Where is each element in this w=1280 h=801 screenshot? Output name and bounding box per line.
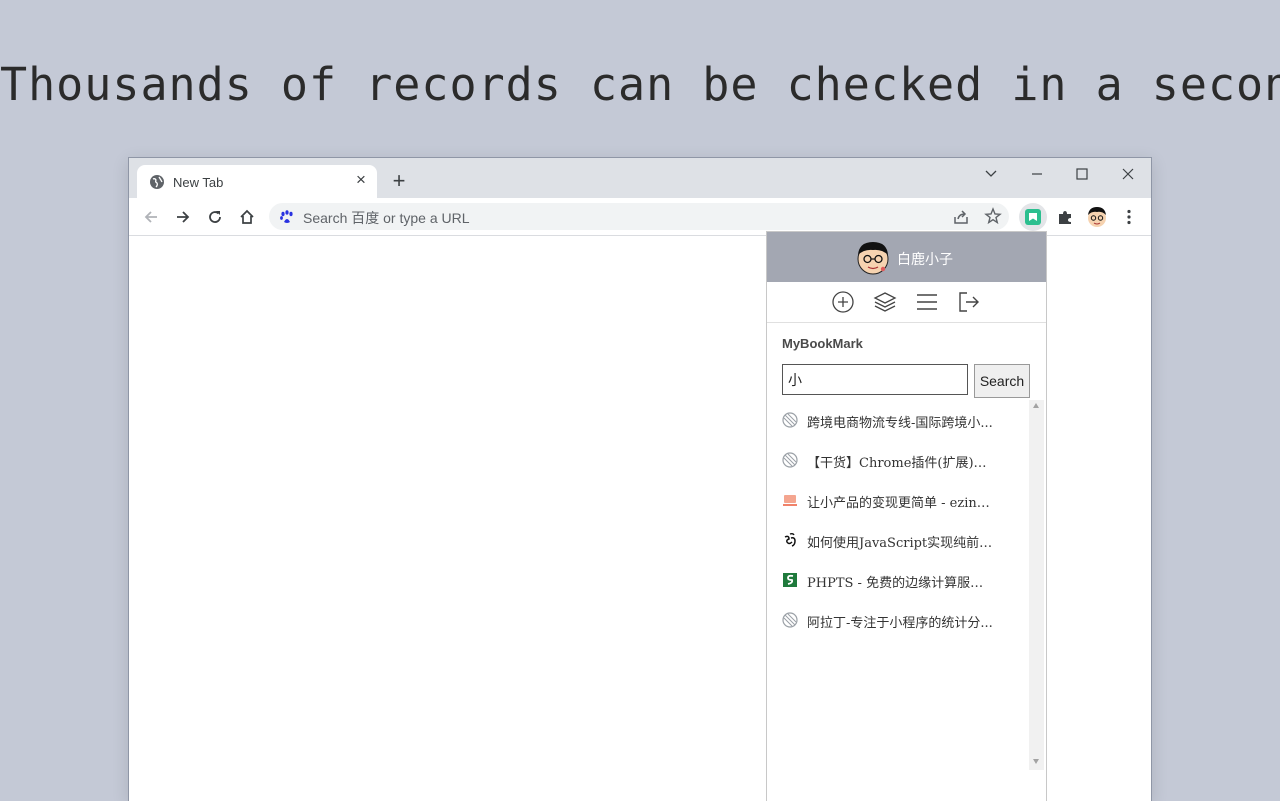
maximize-icon (1076, 168, 1088, 180)
popup-action-bar (767, 282, 1046, 323)
globe-icon (782, 452, 798, 468)
bookmark-search-input[interactable] (782, 364, 968, 395)
globe-icon (782, 412, 798, 428)
result-title: 【干货】Chrome插件(扩展)开... (807, 456, 995, 471)
profile-button[interactable] (1083, 203, 1111, 231)
kebab-menu-icon (1127, 209, 1131, 225)
globe-icon (782, 612, 798, 628)
list-item[interactable]: PHPTS - 免费的边缘计算服务... (782, 570, 1027, 591)
tab-close-button[interactable]: × (353, 171, 369, 188)
baidu-paw-icon (280, 210, 293, 223)
om-icon (784, 533, 796, 547)
result-title: 阿拉丁-专注于小程序的统计分... (807, 616, 993, 631)
result-title: PHPTS - 免费的边缘计算服务... (807, 576, 995, 591)
home-icon (240, 209, 254, 224)
tab-strip: New Tab × + (129, 158, 1151, 198)
star-icon[interactable] (984, 207, 1002, 225)
back-icon (144, 211, 157, 223)
result-title: 让小产品的变现更简单 - ezindi... (807, 496, 995, 511)
extensions-button[interactable] (1051, 203, 1079, 231)
add-icon[interactable] (831, 290, 855, 314)
chrome-menu-button[interactable] (1115, 203, 1143, 231)
forward-button[interactable] (171, 205, 195, 229)
menu-icon[interactable] (915, 290, 939, 314)
popup-header: 白鹿小子 (767, 232, 1046, 282)
forward-icon (177, 211, 190, 223)
home-button[interactable] (235, 205, 259, 229)
list-item[interactable]: 跨境电商物流专线-国际跨境小... (782, 410, 1027, 431)
globe-icon (150, 175, 164, 189)
user-avatar[interactable] (855, 240, 891, 276)
layers-icon[interactable] (873, 290, 897, 314)
chevron-down-icon (985, 170, 997, 177)
phpts-logo-icon (783, 573, 797, 587)
tab-title: New Tab (173, 175, 224, 190)
search-button[interactable]: Search (974, 364, 1030, 398)
scroll-up-arrow-icon[interactable] (1033, 403, 1039, 408)
share-icon[interactable] (952, 208, 970, 226)
omnibox-placeholder: Search 百度 or type a URL (303, 210, 470, 226)
logout-icon[interactable] (957, 290, 981, 314)
list-item[interactable]: 让小产品的变现更简单 - ezindi... (782, 490, 1027, 511)
back-button[interactable] (139, 205, 163, 229)
reload-icon (209, 211, 221, 223)
new-tab-button[interactable]: + (387, 170, 411, 194)
list-item[interactable]: 阿拉丁-专注于小程序的统计分... (782, 610, 1027, 631)
popup-title: MyBookMark (782, 336, 863, 351)
close-window-button[interactable] (1113, 162, 1143, 186)
omnibox[interactable]: Search 百度 or type a URL (269, 203, 1009, 230)
results-list: 跨境电商物流专线-国际跨境小... 【干货】Chrome插件(扩展)开... 让… (767, 400, 1029, 770)
list-item[interactable]: 如何使用JavaScript实现纯前端... (782, 530, 1027, 551)
laptop-icon (783, 495, 797, 506)
reload-button[interactable] (203, 205, 227, 229)
minimize-icon (1032, 173, 1042, 175)
extension-popup: 白鹿小子 MyBookMark Search 跨境电商物流专线-国际跨境小. (766, 231, 1047, 801)
list-item[interactable]: 【干货】Chrome插件(扩展)开... (782, 450, 1027, 471)
puzzle-icon (1059, 211, 1071, 224)
results-scrollbar[interactable] (1029, 400, 1044, 770)
bookmark-extension-icon (1025, 209, 1041, 225)
result-title: 跨境电商物流专线-国际跨境小... (807, 416, 993, 431)
bookmark-extension-button[interactable] (1019, 203, 1047, 231)
result-title: 如何使用JavaScript实现纯前端... (807, 536, 995, 551)
maximize-button[interactable] (1067, 162, 1097, 186)
scroll-down-arrow-icon[interactable] (1033, 759, 1039, 764)
username: 白鹿小子 (897, 252, 953, 268)
headline: Thousands of records can be checked in a… (0, 58, 1280, 111)
tab-new-tab[interactable]: New Tab × (137, 165, 377, 198)
close-icon (1122, 168, 1134, 180)
minimize-button[interactable] (1022, 162, 1052, 186)
profile-avatar-icon (1088, 207, 1106, 227)
tab-search-button[interactable] (976, 162, 1006, 186)
